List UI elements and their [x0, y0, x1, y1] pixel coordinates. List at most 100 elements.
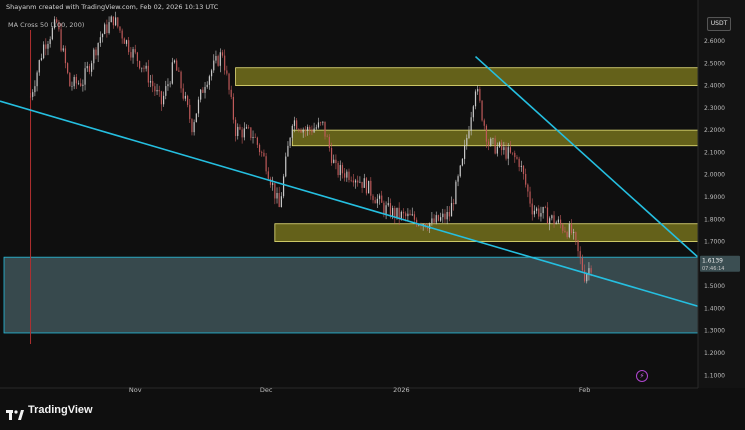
candle-body	[573, 232, 575, 234]
candle-body	[577, 240, 579, 252]
candle-body	[348, 171, 350, 180]
candle-body	[178, 70, 180, 72]
candle-body	[285, 156, 287, 177]
candle-body	[117, 17, 119, 27]
candle-body	[394, 207, 396, 218]
candle-body	[446, 212, 448, 220]
candle-body	[136, 52, 139, 62]
candle-body	[479, 88, 481, 101]
candle-body	[555, 222, 557, 225]
tradingview-logo[interactable]: TradingView	[6, 404, 93, 420]
candle-body	[51, 27, 53, 40]
candle-body	[97, 43, 99, 56]
candle-body	[566, 232, 568, 238]
candle-body	[296, 120, 298, 130]
candle-body	[274, 183, 276, 199]
candle-body	[568, 223, 570, 238]
candle-body	[586, 274, 588, 282]
candle-body	[88, 66, 91, 72]
candle	[217, 54, 219, 67]
candle-body	[43, 44, 45, 59]
candle-body	[330, 148, 333, 163]
candle-body	[101, 34, 104, 38]
candle-body	[520, 165, 522, 167]
candle-body	[357, 180, 359, 183]
candle-body	[219, 52, 221, 66]
candle-body	[564, 230, 566, 233]
candle-body	[193, 122, 195, 133]
candle-body	[402, 211, 405, 214]
candle-body	[173, 60, 176, 63]
price-chart[interactable]: 2.6000 2.5000 2.4000 2.3000 2.2000 2.1000 2.00…	[0, 0, 745, 430]
candle-body	[553, 215, 555, 225]
candle-body	[130, 52, 132, 58]
y-tick-label: 2.6000	[704, 38, 725, 45]
candle-body	[372, 195, 374, 201]
candle-body	[529, 191, 531, 204]
candle-body	[387, 203, 389, 206]
candle-body	[440, 217, 442, 221]
candle-body	[570, 223, 573, 234]
candle-body	[509, 147, 512, 153]
last-price-tag: 1.6139 07:46:14	[700, 255, 740, 272]
candle-body	[483, 120, 485, 126]
candle-body	[108, 22, 110, 33]
y-tick-label: 2.4000	[704, 83, 725, 90]
candle-body	[208, 76, 210, 85]
candle-body	[248, 127, 250, 128]
candle-body	[245, 127, 248, 129]
candle-body	[123, 38, 125, 44]
candle-body	[361, 181, 363, 188]
candle-body	[160, 91, 163, 105]
candle-body	[322, 121, 324, 123]
candle-body	[535, 208, 538, 211]
candle-body	[230, 89, 232, 97]
candle-body	[344, 173, 346, 178]
candle-body	[498, 142, 501, 147]
y-tick-label: 2.3000	[704, 105, 725, 112]
tradingview-logo-icon	[6, 405, 24, 420]
candle-body	[93, 49, 95, 64]
candle-body	[562, 224, 564, 231]
candle-body	[237, 126, 239, 137]
candle-body	[542, 206, 544, 214]
candle	[69, 72, 71, 87]
indicator-label[interactable]: MA Cross 50 (100, 200)	[8, 21, 84, 29]
candle-body	[516, 157, 518, 159]
candle	[232, 93, 234, 124]
candle-body	[73, 76, 75, 87]
candle-body	[184, 95, 187, 99]
candle-body	[409, 213, 411, 216]
candle-body	[186, 95, 189, 105]
candle-body	[317, 122, 320, 128]
candle-body	[300, 130, 302, 133]
currency-badge[interactable]: USDT	[707, 17, 731, 31]
y-tick-label: 2.0000	[704, 172, 725, 179]
candle-body	[583, 270, 586, 282]
candle	[479, 86, 481, 103]
candle-body	[86, 66, 88, 69]
y-tick-label: 1.8000	[704, 216, 725, 223]
candle-body	[228, 73, 230, 90]
candle-body	[370, 180, 372, 196]
candle-body	[306, 126, 309, 131]
candle-body	[165, 86, 167, 96]
candle-body	[363, 178, 365, 188]
candle-body	[34, 86, 36, 93]
candle-body	[588, 268, 590, 275]
x-tick-label: Nov	[129, 386, 142, 394]
last-price-value: 1.6139	[702, 257, 723, 264]
candle-body	[45, 44, 47, 49]
candle-body	[381, 195, 383, 203]
candle-body	[304, 129, 306, 131]
candle-body	[559, 219, 562, 225]
candle-body	[549, 218, 551, 224]
candle-body	[252, 136, 254, 139]
flash-icon[interactable]: ⚡	[636, 370, 648, 382]
candle-body	[241, 129, 243, 138]
candle-body	[180, 71, 182, 89]
candle-body	[217, 56, 219, 66]
candle-body	[313, 128, 315, 133]
candle-body	[326, 136, 328, 138]
candle-body	[396, 207, 398, 218]
